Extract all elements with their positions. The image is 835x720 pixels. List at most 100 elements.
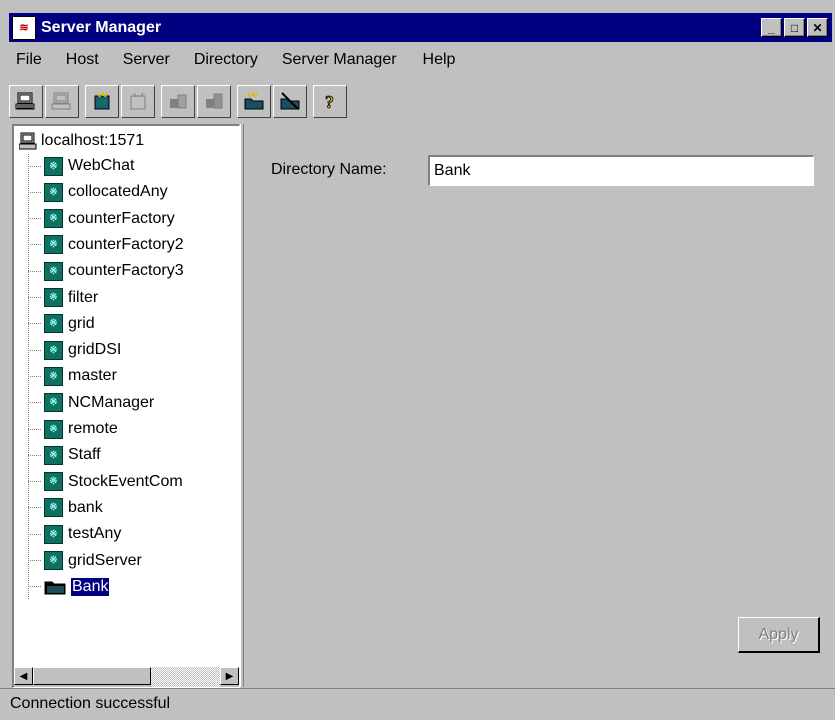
server-icon: ※ xyxy=(44,261,63,281)
tree-item-server[interactable]: ※ gridServer xyxy=(28,550,142,572)
host-remove-button[interactable] xyxy=(45,84,79,118)
tree-hscrollbar[interactable]: ◀ ▶ xyxy=(14,667,239,687)
menu-file[interactable]: File xyxy=(9,51,49,69)
tree-root-label: localhost:1571 xyxy=(41,132,145,149)
tree-item-label: grid xyxy=(68,314,95,332)
tree-item-label: counterFactory3 xyxy=(68,262,184,280)
tree-item-server[interactable]: ※ NCManager xyxy=(28,392,154,414)
host-remove-icon xyxy=(51,92,71,110)
server-start-icon xyxy=(170,94,187,109)
tree-item-label: Bank xyxy=(71,577,110,596)
tree-item-label: testAny xyxy=(68,525,122,543)
menu-server[interactable]: Server xyxy=(116,51,177,69)
tree-item-server[interactable]: ※ counterFactory xyxy=(28,208,175,230)
scroll-right-button[interactable]: ▶ xyxy=(220,667,239,685)
server-icon: ※ xyxy=(44,445,63,465)
scroll-thumb[interactable] xyxy=(33,667,151,685)
tree-item-label: bank xyxy=(68,498,103,516)
server-icon: ※ xyxy=(44,524,63,544)
server-remove-button[interactable] xyxy=(121,84,155,118)
server-icon: ※ xyxy=(44,393,63,413)
server-icon: ※ xyxy=(44,340,63,360)
host-add-icon xyxy=(15,92,35,110)
server-icon: ※ xyxy=(44,209,63,229)
tree-item-label: master xyxy=(68,367,117,385)
tree-item-server[interactable]: ※ counterFactory3 xyxy=(28,260,184,282)
maximize-button[interactable]: □ xyxy=(784,18,805,37)
tree-item-server[interactable]: ※ WebChat xyxy=(28,155,134,177)
server-icon: ※ xyxy=(44,472,63,492)
tree-item-label: filter xyxy=(68,288,99,306)
menu-directory[interactable]: Directory xyxy=(187,51,265,69)
tree-item-label: gridDSI xyxy=(68,341,122,359)
tree-item-server[interactable]: ※ counterFactory2 xyxy=(28,234,184,256)
directory-remove-icon xyxy=(280,92,300,110)
tree-item-server[interactable]: ※ remote xyxy=(28,418,118,440)
detail-panel: Directory Name: Apply xyxy=(246,124,835,687)
directory-name-label: Directory Name: xyxy=(271,161,387,178)
server-start-button[interactable] xyxy=(161,84,195,118)
tree-item-label: remote xyxy=(68,420,118,437)
directory-name-input[interactable] xyxy=(428,155,814,186)
server-tree[interactable]: localhost:1571 ※ WebChat ※ collocatedAny ※ co… xyxy=(12,124,240,688)
directory-remove-button[interactable] xyxy=(273,84,307,118)
tree-item-server[interactable]: ※ filter xyxy=(28,287,98,309)
server-icon: ※ xyxy=(44,156,63,176)
help-button[interactable]: ? xyxy=(313,84,347,118)
split-divider[interactable] xyxy=(240,124,244,687)
toolbar: ? xyxy=(9,82,832,120)
close-button[interactable]: ✕ xyxy=(807,18,828,37)
tree-item-label: collocatedAny xyxy=(68,183,168,201)
help-icon: ? xyxy=(325,92,335,111)
scroll-left-button[interactable]: ◀ xyxy=(14,667,33,685)
server-icon: ※ xyxy=(44,235,63,255)
title-bar[interactable]: ≋ Server Manager _ □ ✕ xyxy=(9,13,832,42)
menu-server-manager[interactable]: Server Manager xyxy=(275,51,404,69)
status-text: Connection successful xyxy=(10,695,171,712)
computer-icon xyxy=(19,132,37,150)
tree-item-label: StockEventCom xyxy=(68,472,183,490)
tree-item-server[interactable]: ※ testAny xyxy=(28,523,121,545)
server-add-button[interactable] xyxy=(85,84,119,118)
tree-item-server[interactable]: ※ master xyxy=(28,365,117,387)
folder-icon xyxy=(44,581,66,595)
menu-host[interactable]: Host xyxy=(59,51,106,69)
server-icon: ※ xyxy=(44,498,63,518)
directory-add-button[interactable] xyxy=(237,84,271,118)
tree-item-server[interactable]: ※ StockEventCom xyxy=(28,471,183,493)
tree-item-label: NCManager xyxy=(68,393,155,411)
tree-item-label: Staff xyxy=(68,446,101,464)
tree-item-label: counterFactory xyxy=(68,209,175,227)
server-icon: ※ xyxy=(44,314,63,334)
tree-item-server[interactable]: ※ collocatedAny xyxy=(28,181,168,203)
server-stop-icon xyxy=(206,93,223,109)
menu-help[interactable]: Help xyxy=(416,51,463,69)
directory-add-icon xyxy=(244,92,264,110)
server-stop-button[interactable] xyxy=(197,84,231,118)
tree-item-server[interactable]: ※ bank xyxy=(28,497,103,519)
status-bar: Connection successful xyxy=(0,688,835,720)
tree-item-server[interactable]: ※ grid xyxy=(28,313,95,335)
svg-text:?: ? xyxy=(325,92,334,111)
tree-item-server[interactable]: ※ Staff xyxy=(28,444,101,466)
server-icon: ※ xyxy=(44,419,63,439)
tree-item-server[interactable]: ※ gridDSI xyxy=(28,339,121,361)
host-add-button[interactable] xyxy=(9,84,43,118)
server-icon: ※ xyxy=(44,366,63,386)
server-add-icon xyxy=(94,92,110,110)
apply-button[interactable]: Apply xyxy=(738,617,820,653)
tree-item-directory[interactable]: Bank xyxy=(28,576,110,598)
app-icon[interactable]: ≋ xyxy=(12,15,36,40)
server-manager-window: ≋ Server Manager _ □ ✕ File Host Server … xyxy=(0,0,835,719)
window-title: Server Manager xyxy=(41,18,162,36)
tree-item-label: WebChat xyxy=(68,157,135,174)
tree-item-label: counterFactory2 xyxy=(68,235,184,253)
server-icon: ※ xyxy=(44,551,63,570)
server-icon: ※ xyxy=(44,182,63,202)
tree-item-label: gridServer xyxy=(68,551,142,569)
server-icon: ※ xyxy=(44,288,63,307)
menu-bar: File Host Server Directory Server Manage… xyxy=(9,43,832,76)
tree-root[interactable]: localhost:1571 xyxy=(19,132,144,150)
scroll-track[interactable] xyxy=(151,667,220,687)
minimize-button[interactable]: _ xyxy=(761,18,782,37)
